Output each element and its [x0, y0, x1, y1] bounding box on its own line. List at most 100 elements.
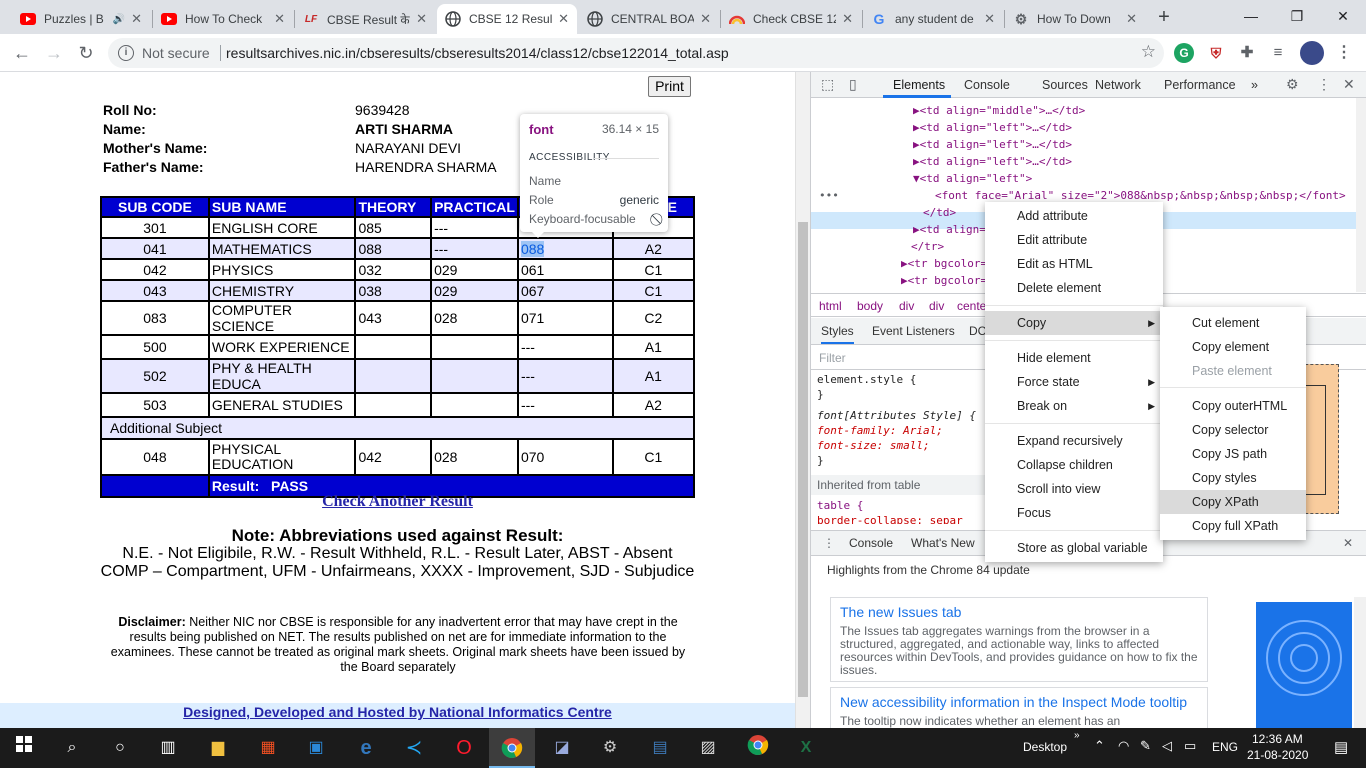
menu-break-on[interactable]: Break on ▶ — [985, 394, 1163, 418]
app-icon[interactable]: ▣ — [302, 734, 330, 762]
chrome-icon-active[interactable] — [489, 728, 535, 768]
breadcrumb-item[interactable]: html — [819, 299, 842, 313]
tray-up-arrow-icon[interactable]: ⌃ — [1094, 738, 1105, 754]
url-text[interactable]: resultsarchives.nic.in/cbseresults/cbser… — [226, 45, 729, 61]
tab-sources[interactable]: Sources — [1042, 78, 1088, 92]
dom-node[interactable]: ▶<tr bgcolor= — [901, 255, 987, 272]
menu-focus[interactable]: Focus — [985, 501, 1163, 525]
address-bar[interactable]: i Not secure resultsarchives.nic.in/cbse… — [108, 38, 1164, 68]
close-tab-icon[interactable]: ✕ — [842, 11, 853, 27]
tab-performance[interactable]: Performance — [1164, 78, 1236, 92]
app-icon[interactable]: ◪ — [548, 734, 576, 762]
tab-2[interactable]: How To Check ✕ — [153, 4, 293, 34]
restore-button[interactable]: ❐ — [1274, 0, 1320, 32]
menu-copy-full-xpath[interactable]: Copy full XPath — [1160, 514, 1306, 538]
dom-node[interactable]: ▶<tr bgcolor= — [901, 272, 987, 289]
menu-cut-element[interactable]: Cut element — [1160, 311, 1306, 335]
page-scrollbar-thumb[interactable] — [798, 222, 808, 697]
drawer-menu-icon[interactable]: ⋮ — [823, 536, 835, 550]
close-drawer-icon[interactable]: ✕ — [1343, 536, 1353, 550]
device-toolbar-icon[interactable]: ▯ — [849, 76, 857, 93]
chevron-icon[interactable]: » — [1074, 730, 1080, 741]
whats-new-card[interactable]: The new Issues tab The Issues tab aggreg… — [830, 597, 1208, 682]
clock-time[interactable]: 12:36 AM — [1252, 732, 1303, 746]
dom-node[interactable]: </td> — [923, 204, 956, 221]
tab-1[interactable]: Puzzles | B 🔊 ✕ — [12, 4, 150, 34]
cortana-icon[interactable]: ○ — [106, 734, 134, 762]
desktop-toolbar-label[interactable]: Desktop — [1023, 740, 1067, 754]
dom-node[interactable]: ▶<td align="left">…</td> — [913, 119, 1072, 136]
volume-icon[interactable]: ◁ — [1162, 738, 1172, 754]
close-tab-icon[interactable]: ✕ — [700, 11, 711, 27]
dom-node[interactable]: ▶<td align= — [913, 221, 986, 238]
drawer-tab-whats-new[interactable]: What's New — [911, 536, 975, 550]
new-tab-button[interactable]: + — [1152, 6, 1176, 30]
drawer-scrollbar[interactable] — [1354, 597, 1366, 728]
close-tab-icon[interactable]: ✕ — [416, 11, 427, 27]
dom-node[interactable]: ▼<td align="left"> — [913, 170, 1032, 187]
menu-copy-xpath[interactable]: Copy XPath — [1160, 490, 1306, 514]
devtools-menu-icon[interactable]: ⋮ — [1317, 76, 1331, 93]
ellipsis-icon[interactable]: ••• — [819, 187, 839, 204]
menu-copy-element[interactable]: Copy element — [1160, 335, 1306, 359]
tab-styles[interactable]: Styles — [821, 324, 854, 344]
print-button[interactable]: Print — [648, 76, 691, 97]
menu-collapse-children[interactable]: Collapse children — [985, 453, 1163, 477]
menu-copy[interactable]: Copy ▶ — [985, 311, 1163, 335]
menu-edit-as-html[interactable]: Edit as HTML — [985, 252, 1163, 276]
menu-store-global-variable[interactable]: Store as global variable — [985, 536, 1163, 560]
tab-network[interactable]: Network — [1095, 78, 1141, 92]
excel-icon[interactable]: X — [792, 734, 820, 762]
app-icon[interactable]: ▤ — [646, 734, 674, 762]
app-icon[interactable]: ▨ — [694, 734, 722, 762]
tab-7[interactable]: G any student de ✕ — [863, 4, 1003, 34]
dom-node[interactable]: </tr> — [911, 238, 944, 255]
tab-event-listeners[interactable]: Event Listeners — [872, 324, 955, 338]
browser-menu-icon[interactable]: ⋮ — [1334, 43, 1354, 63]
tab-6[interactable]: Check CBSE 12 ✕ — [721, 4, 861, 34]
menu-force-state[interactable]: Force state ▶ — [985, 370, 1163, 394]
tab-4-active[interactable]: CBSE 12 Result ✕ — [437, 4, 577, 34]
breadcrumb-item[interactable]: div — [929, 299, 944, 313]
tab-5[interactable]: CENTRAL BOA ✕ — [579, 4, 719, 34]
menu-copy-outerhtml[interactable]: Copy outerHTML — [1160, 394, 1306, 418]
menu-add-attribute[interactable]: Add attribute — [985, 204, 1163, 228]
tab-8[interactable]: ⚙ How To Down ✕ — [1005, 4, 1145, 34]
tab-elements[interactable]: Elements — [893, 78, 945, 92]
drawer-tab-console[interactable]: Console — [849, 536, 893, 550]
menu-edit-attribute[interactable]: Edit attribute — [985, 228, 1163, 252]
bookmark-star-icon[interactable]: ☆ — [1141, 42, 1156, 62]
menu-copy-selector[interactable]: Copy selector — [1160, 418, 1306, 442]
clock-date[interactable]: 21-08-2020 — [1247, 748, 1308, 762]
close-tab-icon[interactable]: ✕ — [558, 11, 569, 27]
profile-avatar[interactable] — [1300, 41, 1324, 65]
battery-icon[interactable]: ▭ — [1184, 738, 1196, 754]
breadcrumb-item[interactable]: div — [899, 299, 914, 313]
media-controls-icon[interactable]: ≡ — [1268, 43, 1288, 63]
grammarly-icon[interactable]: G — [1174, 43, 1194, 63]
page-scrollbar[interactable] — [795, 72, 810, 728]
menu-hide-element[interactable]: Hide element — [985, 346, 1163, 370]
forward-button[interactable]: → — [40, 40, 68, 66]
close-window-button[interactable]: ✕ — [1320, 0, 1366, 32]
info-icon[interactable]: i — [118, 45, 134, 61]
menu-paste-element[interactable]: Paste element — [1160, 359, 1306, 383]
nic-link[interactable]: Designed, Developed and Hosted by Nation… — [183, 704, 612, 720]
store-icon[interactable]: ▦ — [254, 734, 282, 762]
tab-3[interactable]: LF CBSE Result के ✕ — [295, 4, 435, 34]
breadcrumb-item[interactable]: cente — [957, 299, 986, 313]
dom-node[interactable]: ▶<td align="middle">…</td> — [913, 102, 1085, 119]
check-another-result-link[interactable]: Check Another Result — [0, 493, 795, 511]
menu-scroll-into-view[interactable]: Scroll into view — [985, 477, 1163, 501]
more-tabs-icon[interactable]: » — [1251, 78, 1258, 92]
start-windows-icon[interactable] — [10, 734, 38, 762]
menu-copy-js-path[interactable]: Copy JS path — [1160, 442, 1306, 466]
pen-icon[interactable]: ✎ — [1140, 738, 1151, 754]
breadcrumb-item[interactable]: body — [857, 299, 883, 313]
wifi-icon[interactable]: ◠ — [1118, 738, 1129, 754]
notifications-icon[interactable]: ▤ — [1334, 738, 1348, 756]
settings-gear-icon[interactable]: ⚙ — [596, 734, 624, 762]
dom-node[interactable]: ▶<td align="left">…</td> — [913, 153, 1072, 170]
language-indicator[interactable]: ENG — [1212, 740, 1238, 754]
dom-node[interactable]: ▶<td align="left">…</td> — [913, 136, 1072, 153]
